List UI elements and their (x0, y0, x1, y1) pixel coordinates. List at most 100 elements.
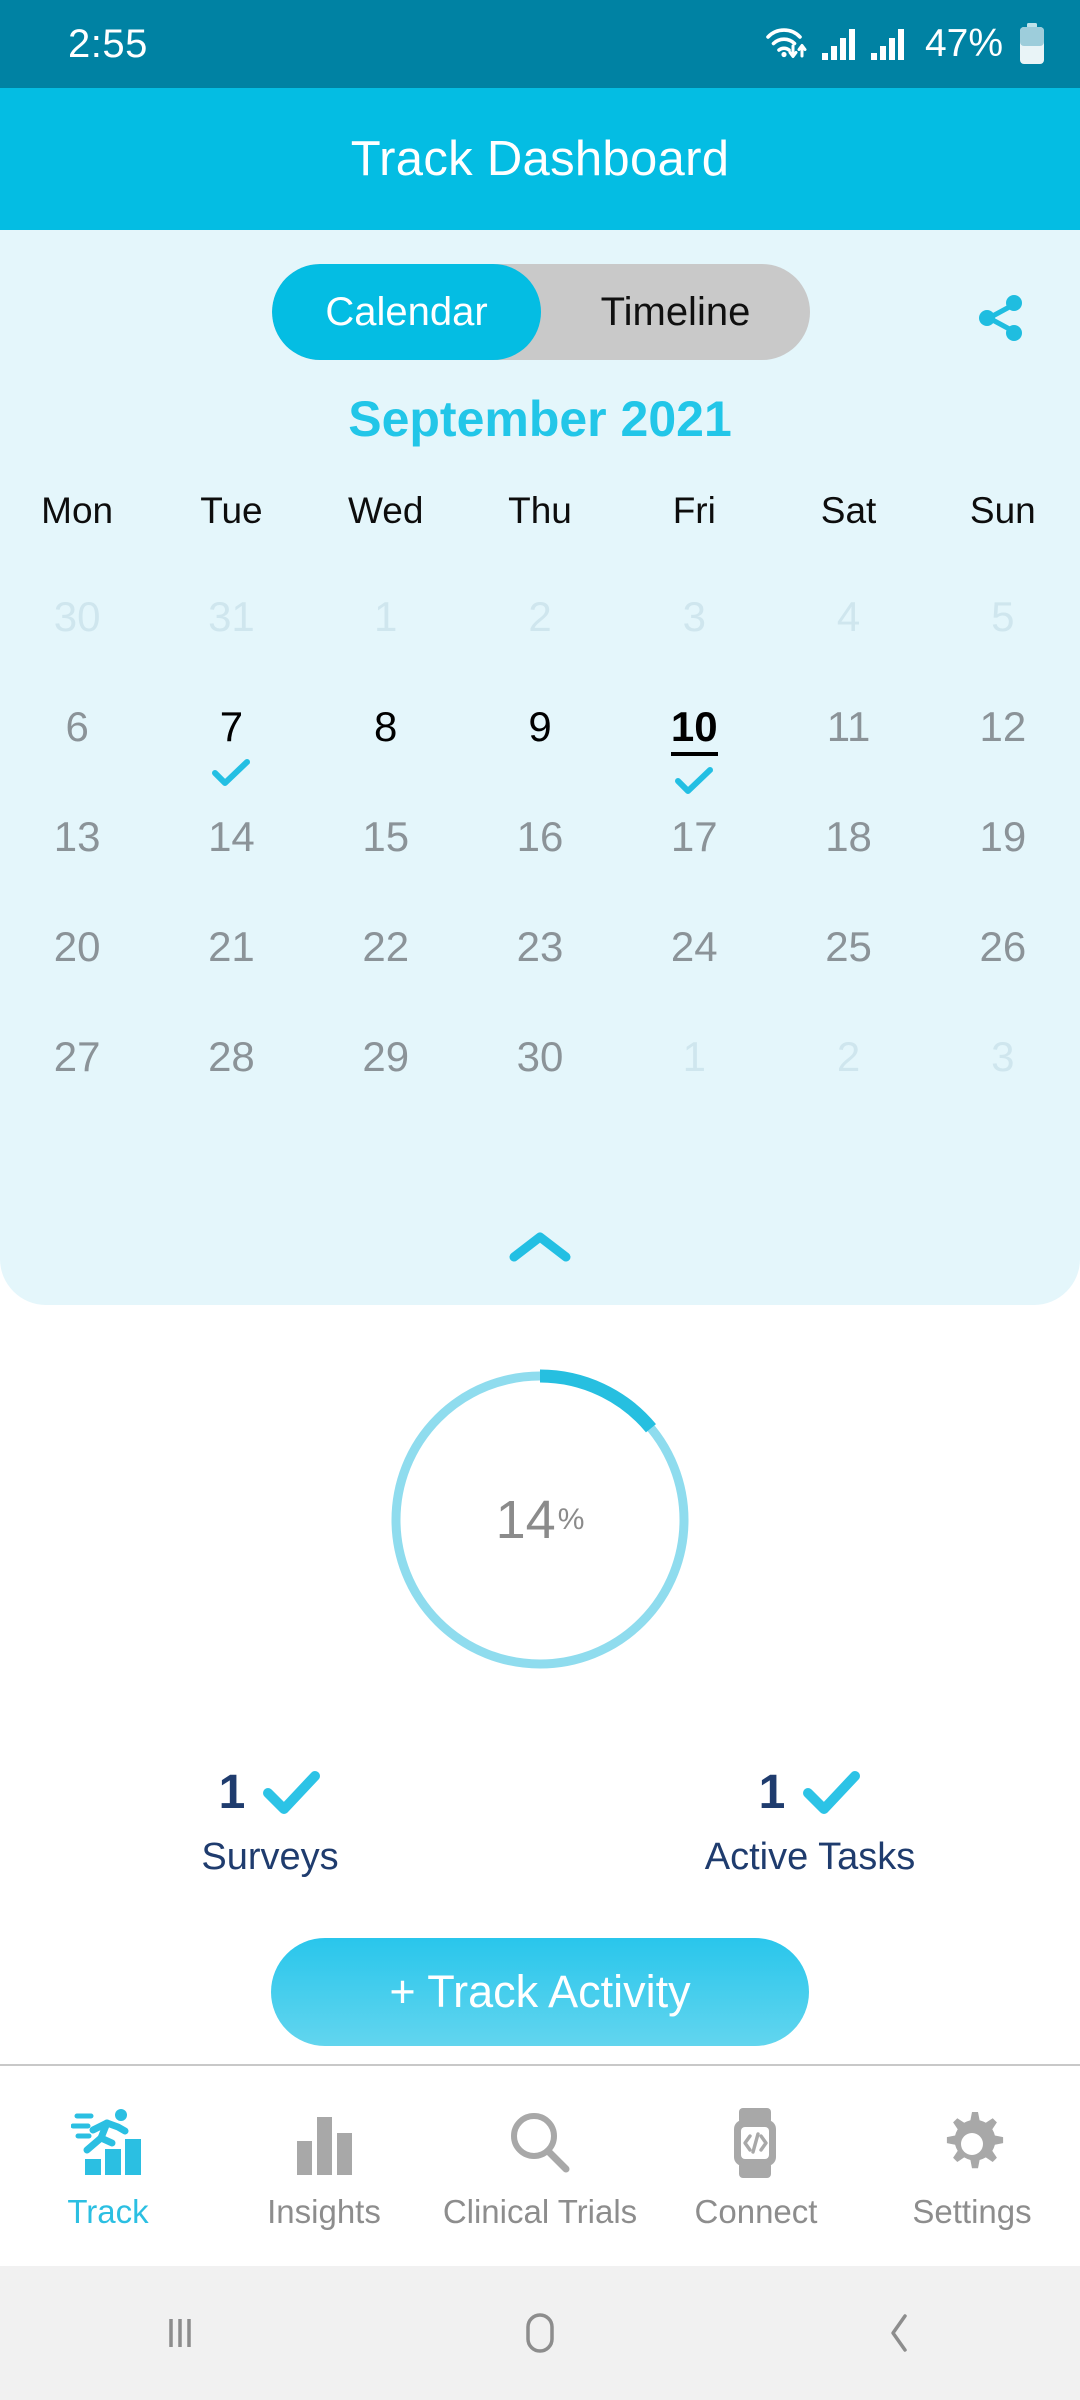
calendar-day-4[interactable]: 4 (771, 590, 925, 700)
stat-surveys: 1 Surveys (0, 1765, 540, 1879)
calendar-day-18[interactable]: 18 (771, 810, 925, 920)
calendar-day-13[interactable]: 13 (0, 810, 154, 920)
stat-value: 1 (758, 1766, 786, 1819)
tab-timeline[interactable]: Timeline (541, 264, 810, 360)
calendar-day-number: 26 (979, 923, 1027, 970)
calendar-day-6[interactable]: 6 (0, 700, 154, 810)
calendar-day-27[interactable]: 27 (0, 1030, 154, 1140)
calendar-day-20[interactable]: 20 (0, 920, 154, 1030)
calendar-day-1[interactable]: 1 (309, 590, 463, 700)
calendar-day-number: 30 (516, 1033, 564, 1080)
home-icon (518, 2310, 562, 2356)
calendar-day-8[interactable]: 8 (309, 700, 463, 810)
calendar-day-11[interactable]: 11 (771, 700, 925, 810)
calendar-day-22[interactable]: 22 (309, 920, 463, 1030)
calendar-day-17[interactable]: 17 (617, 810, 771, 920)
system-navigation-bar (0, 2266, 1080, 2400)
recents-button[interactable] (0, 2311, 360, 2355)
calendar-day-15[interactable]: 15 (309, 810, 463, 920)
calendar-day-number: 9 (528, 703, 552, 750)
stat-label: Active Tasks (704, 1836, 916, 1878)
calendar-day-24[interactable]: 24 (617, 920, 771, 1030)
search-icon (505, 2101, 575, 2179)
calendar-day-number: 13 (53, 813, 101, 860)
calendar-day-10[interactable]: 10 (617, 700, 771, 810)
calendar-day-31[interactable]: 31 (154, 590, 308, 700)
calendar-day-19[interactable]: 19 (926, 810, 1080, 920)
nav-item-clinical-trials[interactable]: Clinical Trials (432, 2066, 648, 2266)
nav-label: Insights (267, 2193, 381, 2230)
stats-row: 1 Surveys 1 Active Tasks (0, 1765, 1080, 1879)
calendar-day-25[interactable]: 25 (771, 920, 925, 1030)
view-toggle[interactable]: Calendar Timeline (272, 264, 810, 360)
tab-calendar[interactable]: Calendar (272, 264, 541, 360)
calendar-day-23[interactable]: 23 (463, 920, 617, 1030)
month-title: September 2021 (348, 391, 732, 447)
calendar-toolbar: Calendar Timeline (0, 264, 1080, 372)
calendar-day-30[interactable]: 30 (463, 1030, 617, 1140)
calendar-day-number: 4 (836, 593, 861, 640)
weekday-label: Fri (672, 490, 716, 531)
calendar-day-1[interactable]: 1 (617, 1030, 771, 1140)
status-clock: 2:55 (68, 21, 148, 66)
calendar-day-number: 6 (65, 703, 89, 750)
weekday-header: Mon Tue Wed Thu Fri Sat Sun (0, 490, 1080, 532)
chevron-up-icon (504, 1225, 576, 1269)
calendar-day-9[interactable]: 9 (463, 700, 617, 810)
nav-label: Settings (912, 2193, 1032, 2230)
calendar-day-26[interactable]: 26 (926, 920, 1080, 1030)
calendar-day-14[interactable]: 14 (154, 810, 308, 920)
share-button[interactable] (965, 282, 1037, 354)
calendar-day-number: 29 (362, 1033, 410, 1080)
page-title: Track Dashboard (350, 132, 730, 186)
nav-item-track[interactable]: Track (0, 2066, 216, 2266)
smartwatch-code-icon (724, 2101, 788, 2179)
nav-item-insights[interactable]: Insights (216, 2066, 432, 2266)
running-chart-icon (71, 2101, 145, 2179)
calendar-day-number: 1 (374, 593, 398, 640)
calendar-day-number: 3 (991, 1033, 1015, 1080)
stat-label: Surveys (201, 1836, 339, 1878)
calendar-day-3[interactable]: 3 (926, 1030, 1080, 1140)
calendar-grid: 30 31 1 2 3 4 5 6 7 8 9 10 11 12 13 14 15 16 17 18 19 20 21 22 2… (0, 590, 1080, 1140)
home-button[interactable] (360, 2310, 720, 2356)
back-icon (880, 2310, 920, 2356)
calendar-day-number: 19 (979, 813, 1027, 860)
progress-value: 14 (495, 1490, 556, 1550)
calendar-day-12[interactable]: 12 (926, 700, 1080, 810)
calendar-day-number: 8 (374, 703, 398, 750)
nav-item-settings[interactable]: Settings (864, 2066, 1080, 2266)
calendar-day-number: 2 (836, 1033, 861, 1080)
weekday-label: Mon (41, 490, 114, 531)
calendar-day-number: 1 (682, 1033, 706, 1080)
back-button[interactable] (720, 2310, 1080, 2356)
calendar-day-28[interactable]: 28 (154, 1030, 308, 1140)
nav-item-connect[interactable]: Connect (648, 2066, 864, 2266)
calendar-day-5[interactable]: 5 (926, 590, 1080, 700)
calendar-day-2[interactable]: 2 (463, 590, 617, 700)
calendar-day-21[interactable]: 21 (154, 920, 308, 1030)
calendar-day-30[interactable]: 30 (0, 590, 154, 700)
calendar-day-29[interactable]: 29 (309, 1030, 463, 1140)
weekday-label: Sun (969, 490, 1036, 531)
status-bar: 2:55 47% (0, 0, 1080, 88)
calendar-day-7[interactable]: 7 (154, 700, 308, 810)
calendar-day-number: 16 (516, 813, 564, 860)
calendar-collapse-button[interactable] (0, 1225, 1080, 1269)
nav-label: Connect (694, 2193, 818, 2230)
weekday-label: Sat (820, 490, 877, 531)
battery-percent-label: 47% (924, 22, 1003, 65)
calendar-day-number: 23 (516, 923, 564, 970)
calendar-day-number: 15 (362, 813, 410, 860)
status-icons: 47% (764, 22, 1046, 66)
track-activity-button[interactable]: + Track Activity (271, 1938, 809, 2046)
recents-icon (158, 2311, 202, 2355)
calendar-day-number: 12 (979, 703, 1027, 750)
share-icon (971, 288, 1031, 348)
check-icon (211, 758, 251, 788)
weekday-label: Tue (200, 490, 263, 531)
app-bar: Track Dashboard (0, 88, 1080, 230)
calendar-day-16[interactable]: 16 (463, 810, 617, 920)
calendar-day-3[interactable]: 3 (617, 590, 771, 700)
calendar-day-2[interactable]: 2 (771, 1030, 925, 1140)
